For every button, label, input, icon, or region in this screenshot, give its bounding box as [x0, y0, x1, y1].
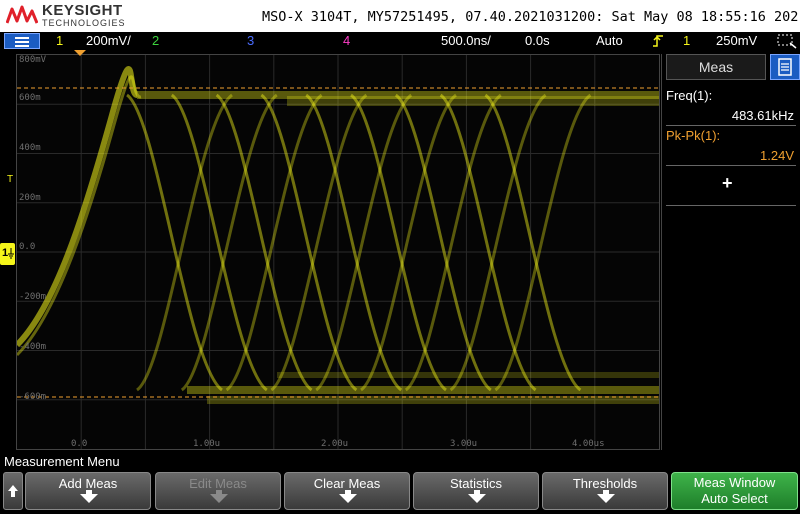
add-measurement-icon[interactable]: + — [722, 173, 733, 194]
y-tick-label: -200m — [19, 292, 47, 302]
trace-segment — [394, 93, 492, 392]
clear-meas-softkey[interactable]: Clear Meas — [284, 472, 410, 510]
tab-meas[interactable]: Meas — [666, 54, 766, 80]
channel-status-bar: 1 200mV/ 2 3 4 500.0ns/ 0.0s Auto 1 250m… — [0, 32, 800, 50]
softkey-label: Statistics — [449, 476, 502, 491]
y-tick-label: 0.0 — [19, 242, 36, 252]
y-tick-label: 200m — [19, 193, 41, 203]
trigger-source[interactable]: 1 — [683, 33, 690, 48]
edit-meas-softkey[interactable]: Edit Meas — [155, 472, 281, 510]
waveform-display[interactable]: 800mV 600m 400m 200m 0.0 -200m -400m -60… — [16, 54, 660, 450]
brand-name: KEYSIGHT — [42, 2, 123, 19]
softkey-label-line1: Meas Window — [693, 475, 776, 490]
zoom-region-icon[interactable] — [776, 33, 798, 49]
arrow-up-icon — [8, 485, 18, 497]
document-list-icon — [778, 58, 792, 76]
statistics-softkey[interactable]: Statistics — [413, 472, 539, 510]
keysight-logo-icon — [6, 5, 38, 24]
trace-segment — [439, 93, 537, 392]
softkey-arrow-head — [597, 494, 615, 503]
x-tick-label: 3.00u — [450, 439, 478, 449]
softkey-label: Add Meas — [58, 476, 118, 491]
ch2-label[interactable]: 2 — [152, 33, 159, 48]
y-tick-label: 400m — [19, 143, 41, 153]
title-bar: KEYSIGHT TECHNOLOGIES MSO-X 3104T, MY572… — [0, 0, 800, 32]
softkey-arrow-head — [210, 494, 228, 503]
softkey-arrow-head — [339, 494, 357, 503]
y-tick-label: 600m — [19, 93, 41, 103]
trace-segment — [260, 93, 358, 392]
trace-segment — [305, 93, 403, 392]
add-meas-softkey[interactable]: Add Meas — [25, 472, 151, 510]
divider — [666, 205, 796, 206]
softkey-label-line2: Auto Select — [701, 491, 768, 506]
timebase-scale[interactable]: 500.0ns/ — [441, 33, 491, 48]
x-tick-label: 4.00us — [572, 439, 605, 449]
y-tick-label: -600m — [19, 392, 47, 402]
softkey-arrow-head — [468, 494, 486, 503]
menu-title: Measurement Menu — [4, 454, 120, 469]
waveform-canvas — [17, 55, 659, 449]
freq-value: 483.61kHz — [731, 108, 794, 123]
trace-segment — [170, 93, 268, 392]
ch1-scale[interactable]: 200mV/ — [86, 33, 131, 48]
softkey-label: Edit Meas — [189, 476, 247, 491]
ch1-label[interactable]: 1 — [56, 33, 63, 48]
ch3-label[interactable]: 3 — [247, 33, 254, 48]
main-menu-button[interactable] — [4, 33, 40, 49]
divider — [666, 125, 796, 126]
y-tick-label: 800mV — [19, 55, 47, 65]
meas-window-softkey[interactable]: Meas Window Auto Select — [671, 472, 798, 510]
freq-label: Freq(1): — [666, 88, 713, 103]
trace-segment — [125, 93, 223, 392]
trigger-edge-icon — [653, 35, 663, 47]
thresholds-softkey[interactable]: Thresholds — [542, 472, 668, 510]
softkey-label: Clear Meas — [313, 476, 381, 491]
instrument-info: MSO-X 3104T, MY57251495, 07.40.202103120… — [262, 9, 800, 25]
measurement-panel: Meas Freq(1): 483.61kHz Pk-Pk(1): 1.24V … — [661, 54, 800, 450]
trigger-level-marker[interactable]: T — [7, 174, 13, 185]
brand-subtitle: TECHNOLOGIES — [42, 18, 126, 28]
trace-segment — [494, 93, 592, 392]
back-button[interactable] — [3, 472, 23, 510]
trace-segment — [484, 93, 582, 392]
pkpk-value: 1.24V — [760, 148, 794, 163]
divider — [666, 165, 796, 166]
softkey-arrow-head — [80, 494, 98, 503]
trigger-position-marker[interactable] — [74, 50, 86, 56]
trigger-mode[interactable]: Auto — [596, 33, 623, 48]
softkey-label: Thresholds — [572, 476, 638, 491]
ch4-label[interactable]: 4 — [343, 33, 350, 48]
horizontal-delay[interactable]: 0.0s — [525, 33, 550, 48]
ch1-ground-marker[interactable]: 1 — [0, 243, 15, 265]
trace-segment — [349, 93, 447, 392]
trace-segment — [215, 93, 313, 392]
x-tick-label: 2.00u — [321, 439, 349, 449]
x-tick-label: 1.00u — [193, 439, 221, 449]
meas-window-tab[interactable] — [770, 54, 800, 80]
y-tick-label: -400m — [19, 342, 47, 352]
trigger-level[interactable]: 250mV — [716, 33, 757, 48]
pkpk-label: Pk-Pk(1): — [666, 128, 721, 143]
x-tick-label: 0.0 — [71, 439, 88, 449]
ground-icon — [8, 248, 14, 259]
menu-icon — [15, 37, 29, 49]
